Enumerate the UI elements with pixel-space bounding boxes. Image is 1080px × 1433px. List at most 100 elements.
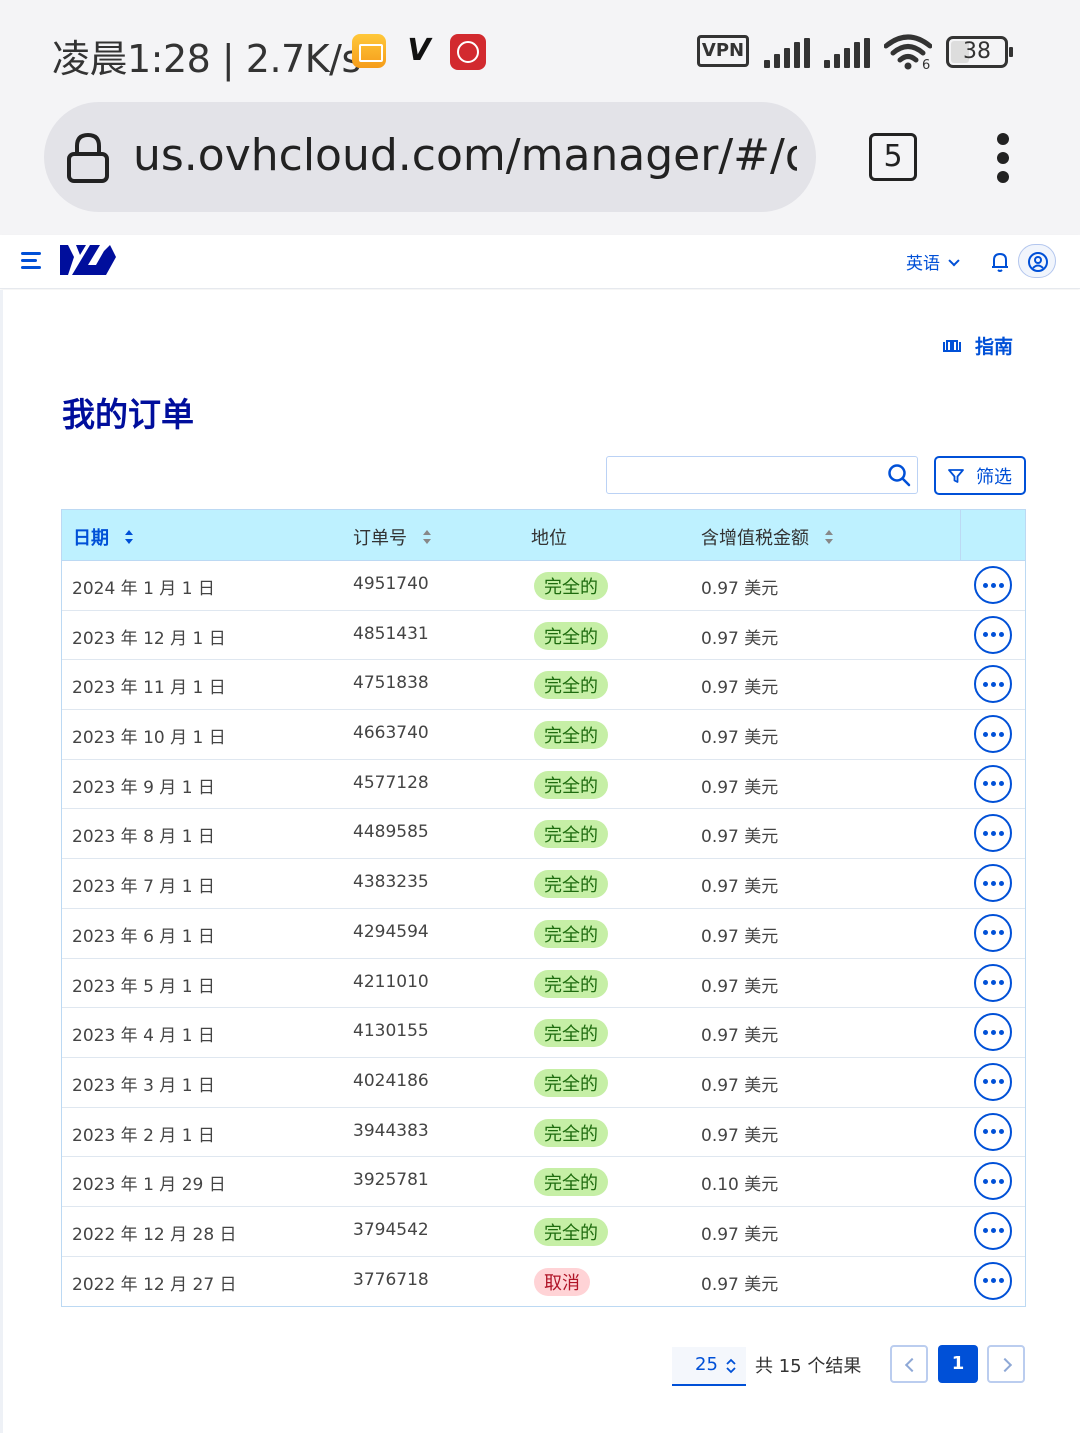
order-date: 2022 年 12 月 27 日 (72, 1274, 237, 1295)
page-title: 我的订单 (62, 395, 194, 434)
ellipsis-icon[interactable] (974, 814, 1012, 853)
order-amount: 0.97 美元 (701, 579, 779, 599)
ellipsis-icon[interactable] (974, 1013, 1012, 1052)
order-date: 2023 年 5 月 1 日 (72, 976, 215, 997)
table-header: 日期 订单号 地位 含增值税金额 (62, 510, 1025, 561)
chevron-down-icon (948, 255, 960, 267)
order-date: 2022 年 12 月 28 日 (72, 1224, 237, 1245)
order-date: 2023 年 11 月 1 日 (72, 678, 226, 699)
tab-switcher-button[interactable]: 5 (869, 133, 917, 181)
column-header-amount[interactable]: 含增值税金额 (701, 524, 833, 550)
per-page-value: 25 (695, 1354, 718, 1375)
table-row: 2023 年 8 月 1 日 4489585 完全的 0.97 美元 (62, 809, 1025, 860)
signal-icon-2 (824, 38, 874, 68)
table-row: 2023 年 11 月 1 日 4751838 完全的 0.97 美元 (62, 660, 1025, 711)
status-badge: 完全的 (534, 770, 608, 799)
order-number: 4383235 (353, 872, 429, 893)
ellipsis-icon[interactable] (974, 764, 1012, 803)
book-icon (943, 339, 961, 352)
ellipsis-icon[interactable] (974, 1162, 1012, 1201)
order-amount: 0.97 美元 (701, 1224, 779, 1245)
lock-icon (67, 132, 109, 183)
order-date: 2023 年 4 月 1 日 (72, 1026, 215, 1047)
order-amount: 0.97 美元 (701, 827, 779, 848)
column-header-order-number[interactable]: 订单号 (353, 524, 431, 550)
per-page-select[interactable]: 25 (672, 1347, 746, 1386)
guide-link[interactable]: 指南 (943, 332, 1013, 359)
bank-app-icon (450, 34, 486, 70)
order-amount: 0.97 美元 (701, 976, 779, 997)
filter-button[interactable]: 筛选 (934, 456, 1026, 495)
order-amount: 0.97 美元 (701, 1075, 779, 1096)
status-badge: 完全的 (534, 1118, 608, 1147)
order-date: 2023 年 2 月 1 日 (72, 1125, 215, 1146)
order-number: 4294594 (353, 921, 429, 942)
order-amount: 0.97 美元 (701, 926, 779, 947)
status-time: 凌晨1:28 | 2.7K/s (52, 37, 361, 81)
table-row: 2023 年 5 月 1 日 4211010 完全的 0.97 美元 (62, 958, 1025, 1009)
table-row: 2022 年 12 月 28 日 3794542 完全的 0.97 美元 (62, 1206, 1025, 1257)
order-number: 3776718 (353, 1269, 429, 1290)
updown-chevron-icon (726, 1358, 736, 1374)
search-input[interactable] (606, 456, 918, 494)
status-badge: 取消 (534, 1267, 590, 1296)
order-date: 2023 年 1 月 29 日 (72, 1175, 226, 1196)
table-row: 2023 年 12 月 1 日 4851431 完全的 0.97 美元 (62, 610, 1025, 661)
order-number: 4851431 (353, 623, 429, 644)
status-badge: 完全的 (534, 621, 608, 650)
column-header-date[interactable]: 日期 (73, 524, 133, 550)
status-badge: 完全的 (534, 1217, 608, 1246)
ovh-logo[interactable] (60, 243, 116, 277)
search-icon[interactable] (887, 463, 911, 487)
ellipsis-icon[interactable] (974, 1112, 1012, 1151)
chevron-right-icon[interactable] (987, 1345, 1025, 1383)
order-number: 4211010 (353, 971, 429, 992)
order-amount: 0.97 美元 (701, 1026, 779, 1047)
order-date: 2023 年 8 月 1 日 (72, 827, 215, 848)
v-app-icon: V (407, 33, 431, 68)
orders-table: 日期 订单号 地位 含增值税金额 2024 年 1 月 1 日 4951740 完全… (61, 509, 1026, 1308)
table-row: 2023 年 2 月 1 日 3944383 完全的 0.97 美元 (62, 1107, 1025, 1158)
ellipsis-icon[interactable] (974, 715, 1012, 754)
chevron-left-icon[interactable] (890, 1345, 928, 1383)
ellipsis-icon[interactable] (974, 1211, 1012, 1250)
ellipsis-icon[interactable] (974, 1062, 1012, 1101)
order-amount: 0.97 美元 (701, 678, 779, 699)
ellipsis-icon[interactable] (974, 864, 1012, 903)
order-number: 4663740 (353, 723, 429, 744)
table-body: 2024 年 1 月 1 日 4951740 完全的 0.97 美元 2023 年 12… (62, 561, 1025, 1307)
ellipsis-icon[interactable] (974, 615, 1012, 654)
url-bar[interactable]: us.ovhcloud.com/manager/#/dedicated/bill… (44, 102, 816, 212)
order-amount: 0.97 美元 (701, 877, 779, 898)
ellipsis-icon[interactable] (974, 963, 1012, 1002)
ellipsis-icon[interactable] (974, 1261, 1012, 1300)
page-button-current[interactable]: 1 (938, 1345, 978, 1383)
status-badge: 完全的 (534, 1168, 608, 1197)
status-badge: 完全的 (534, 820, 608, 849)
hamburger-icon[interactable] (21, 252, 41, 270)
guide-label: 指南 (975, 336, 1014, 358)
order-amount: 0.97 美元 (701, 1274, 779, 1295)
bell-icon[interactable] (990, 251, 1010, 273)
table-row: 2023 年 3 月 1 日 4024186 完全的 0.97 美元 (62, 1057, 1025, 1108)
status-badge: 完全的 (534, 721, 608, 750)
order-number: 4024186 (353, 1070, 429, 1091)
language-label: 英语 (906, 254, 940, 274)
status-badge: 完全的 (534, 969, 608, 998)
user-icon[interactable] (1018, 244, 1056, 278)
order-number: 4489585 (353, 822, 429, 843)
order-number: 4130155 (353, 1021, 429, 1042)
ellipsis-icon[interactable] (974, 566, 1012, 604)
more-vert-icon[interactable] (992, 133, 1014, 183)
order-date: 2023 年 3 月 1 日 (72, 1075, 215, 1096)
table-row: 2023 年 9 月 1 日 4577128 完全的 0.97 美元 (62, 759, 1025, 810)
wifi-icon: 6 (884, 34, 932, 70)
sort-icon (125, 530, 133, 544)
ellipsis-icon[interactable] (974, 665, 1012, 704)
status-badge: 完全的 (534, 919, 608, 948)
ellipsis-icon[interactable] (974, 913, 1012, 952)
language-selector[interactable]: 英语 (906, 249, 960, 274)
pagination: 25 共 15 个结果 1 (3, 1345, 1080, 1395)
table-row: 2023 年 7 月 1 日 4383235 完全的 0.97 美元 (62, 859, 1025, 909)
order-date: 2023 年 9 月 1 日 (72, 777, 215, 798)
